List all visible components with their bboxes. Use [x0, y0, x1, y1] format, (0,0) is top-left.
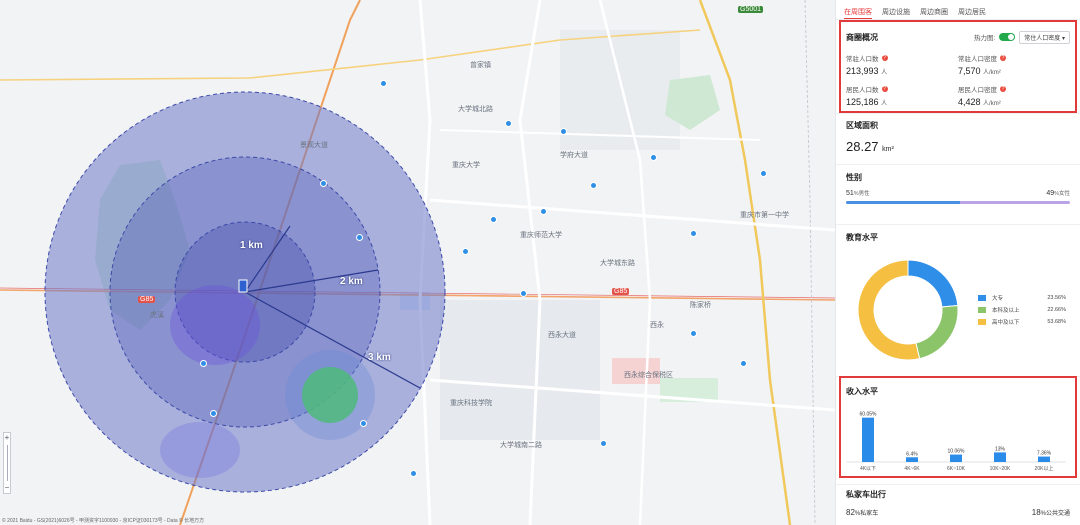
poi-pin[interactable] — [200, 360, 207, 367]
map-place-label: 重庆市第一中学 — [740, 212, 789, 219]
divider — [836, 113, 1080, 114]
map-place-label: 学府大道 — [560, 152, 588, 159]
poi-pin[interactable] — [560, 128, 567, 135]
poi-pin[interactable] — [600, 440, 607, 447]
education-donut-chart — [857, 259, 959, 361]
area-title: 区域面积 — [846, 121, 878, 130]
legend-swatch — [978, 319, 986, 325]
legend-swatch — [978, 307, 986, 313]
gender-section: 性别 51%男性 49%女性 — [846, 172, 1070, 204]
poi-pin[interactable] — [360, 420, 367, 427]
gender-title: 性别 — [846, 173, 862, 182]
tab-3[interactable]: 周边居民 — [958, 7, 986, 19]
car-section: 私家车出行 82%私家车 18%公共交通 — [846, 489, 1070, 517]
area-unit: km² — [882, 146, 894, 153]
male-bar-segment — [846, 201, 961, 204]
poi-pin[interactable] — [210, 410, 217, 417]
road-badge: G85 — [138, 296, 156, 303]
car-title: 私家车出行 — [846, 490, 886, 499]
poi-pin[interactable] — [690, 230, 697, 237]
male-label: %男性 — [853, 191, 870, 197]
poi-pin[interactable] — [740, 360, 747, 367]
car-label: %私家车 — [854, 511, 879, 517]
map-place-label: 曾家镇 — [470, 62, 491, 69]
legend-name: 大专 — [992, 296, 1004, 302]
ring-label-2km: 2 km — [340, 276, 363, 287]
map-place-label: 重庆科技学院 — [450, 400, 492, 407]
map-place-label: 大学城南二路 — [500, 442, 542, 449]
poi-pin[interactable] — [540, 208, 547, 215]
poi-pin[interactable] — [690, 330, 697, 337]
map-view[interactable]: 1 km 2 km 3 km 重庆大学 大学城北路 虎溪 西永大道 大学城东路 … — [0, 0, 835, 525]
car-pct: 82 — [846, 508, 855, 517]
map-place-label: 重庆师范大学 — [520, 232, 562, 239]
map-base-layer — [0, 0, 835, 525]
legend-name: 高中及以下 — [992, 320, 1020, 326]
poi-pin[interactable] — [650, 154, 657, 161]
legend-name: 本科及以上 — [992, 308, 1020, 314]
area-section: 区域面积 28.27 km² — [846, 120, 1070, 154]
poi-pin[interactable] — [760, 170, 767, 177]
analysis-panel: › 在周围客 周边设施 周边商圈 周边居民 商圈概况 热力图: 常住人口密度 ▾… — [835, 0, 1080, 525]
map-zoom-control[interactable]: + − — [3, 432, 11, 494]
transit-pct: 18 — [1031, 508, 1041, 517]
map-place-label: 西永综合保税区 — [624, 372, 673, 379]
education-title: 教育水平 — [846, 233, 878, 242]
map-place-label: 重庆大学 — [452, 162, 480, 169]
map-place-label: 景观大道 — [300, 142, 328, 149]
male-pct: 51 — [846, 190, 854, 197]
area-value: 28.27 — [846, 139, 879, 154]
collapse-arrow-icon[interactable]: › — [835, 258, 836, 270]
education-legend: 大专 23.56% 本科及以上 22.66% 高中及以下 53.68% — [978, 292, 1066, 328]
map-place-label: 陈家桥 — [690, 302, 711, 309]
income-highlight — [839, 376, 1077, 478]
poi-pin[interactable] — [505, 120, 512, 127]
poi-pin[interactable] — [320, 180, 327, 187]
legend-row: 本科及以上 22.66% — [978, 304, 1066, 316]
legend-row: 高中及以下 53.68% — [978, 316, 1066, 328]
tab-1[interactable]: 周边设施 — [882, 7, 910, 19]
divider — [836, 224, 1080, 225]
poi-pin[interactable] — [590, 182, 597, 189]
map-place-label: 大学城北路 — [458, 106, 493, 113]
female-bar-segment — [960, 201, 1070, 204]
map-place-label: 大学城东路 — [600, 260, 635, 267]
divider — [836, 484, 1080, 485]
poi-pin[interactable] — [520, 290, 527, 297]
transit-label: %公共交通 — [1040, 511, 1070, 517]
legend-swatch — [978, 295, 986, 301]
zoom-in-button[interactable]: + — [4, 433, 10, 443]
female-pct: 49 — [1046, 190, 1055, 197]
gender-split-bar — [846, 201, 1070, 204]
poi-pin[interactable] — [356, 234, 363, 241]
poi-pin[interactable] — [410, 470, 417, 477]
legend-row: 大专 23.56% — [978, 292, 1066, 304]
donut-slice-1 — [915, 305, 959, 360]
road-badge: G85 — [612, 288, 630, 295]
ring-label-1km: 1 km — [240, 240, 263, 251]
map-place-label: 西永 — [650, 322, 664, 329]
poi-pin[interactable] — [462, 248, 469, 255]
legend-pct: 22.66% — [1047, 307, 1066, 313]
tab-0[interactable]: 在周围客 — [844, 7, 872, 19]
poi-pin[interactable] — [380, 80, 387, 87]
legend-pct: 53.68% — [1047, 319, 1066, 325]
donut-slice-0 — [907, 259, 959, 308]
map-attribution: © 2021 Baidu - GS(2021)6026号 - 甲测资字11009… — [2, 518, 205, 524]
education-section: 教育水平 大专 23.56% 本科及以上 22.66% 高中及以下 53.68% — [846, 232, 1070, 372]
ring-label-3km: 3 km — [368, 352, 391, 363]
road-badge: G5001 — [738, 6, 764, 13]
panel-tabs: 在周围客 周边设施 周边商圈 周边居民 — [836, 0, 1080, 20]
poi-pin[interactable] — [490, 216, 497, 223]
map-place-label: 西永大道 — [548, 332, 576, 339]
zoom-slider-track[interactable] — [7, 445, 8, 481]
legend-pct: 23.56% — [1047, 295, 1066, 301]
female-label: %女性 — [1054, 191, 1070, 197]
overview-highlight — [839, 20, 1077, 113]
divider — [836, 164, 1080, 165]
map-place-label: 虎溪 — [150, 312, 164, 319]
tab-2[interactable]: 周边商圈 — [920, 7, 948, 19]
zoom-out-button[interactable]: − — [4, 483, 10, 493]
